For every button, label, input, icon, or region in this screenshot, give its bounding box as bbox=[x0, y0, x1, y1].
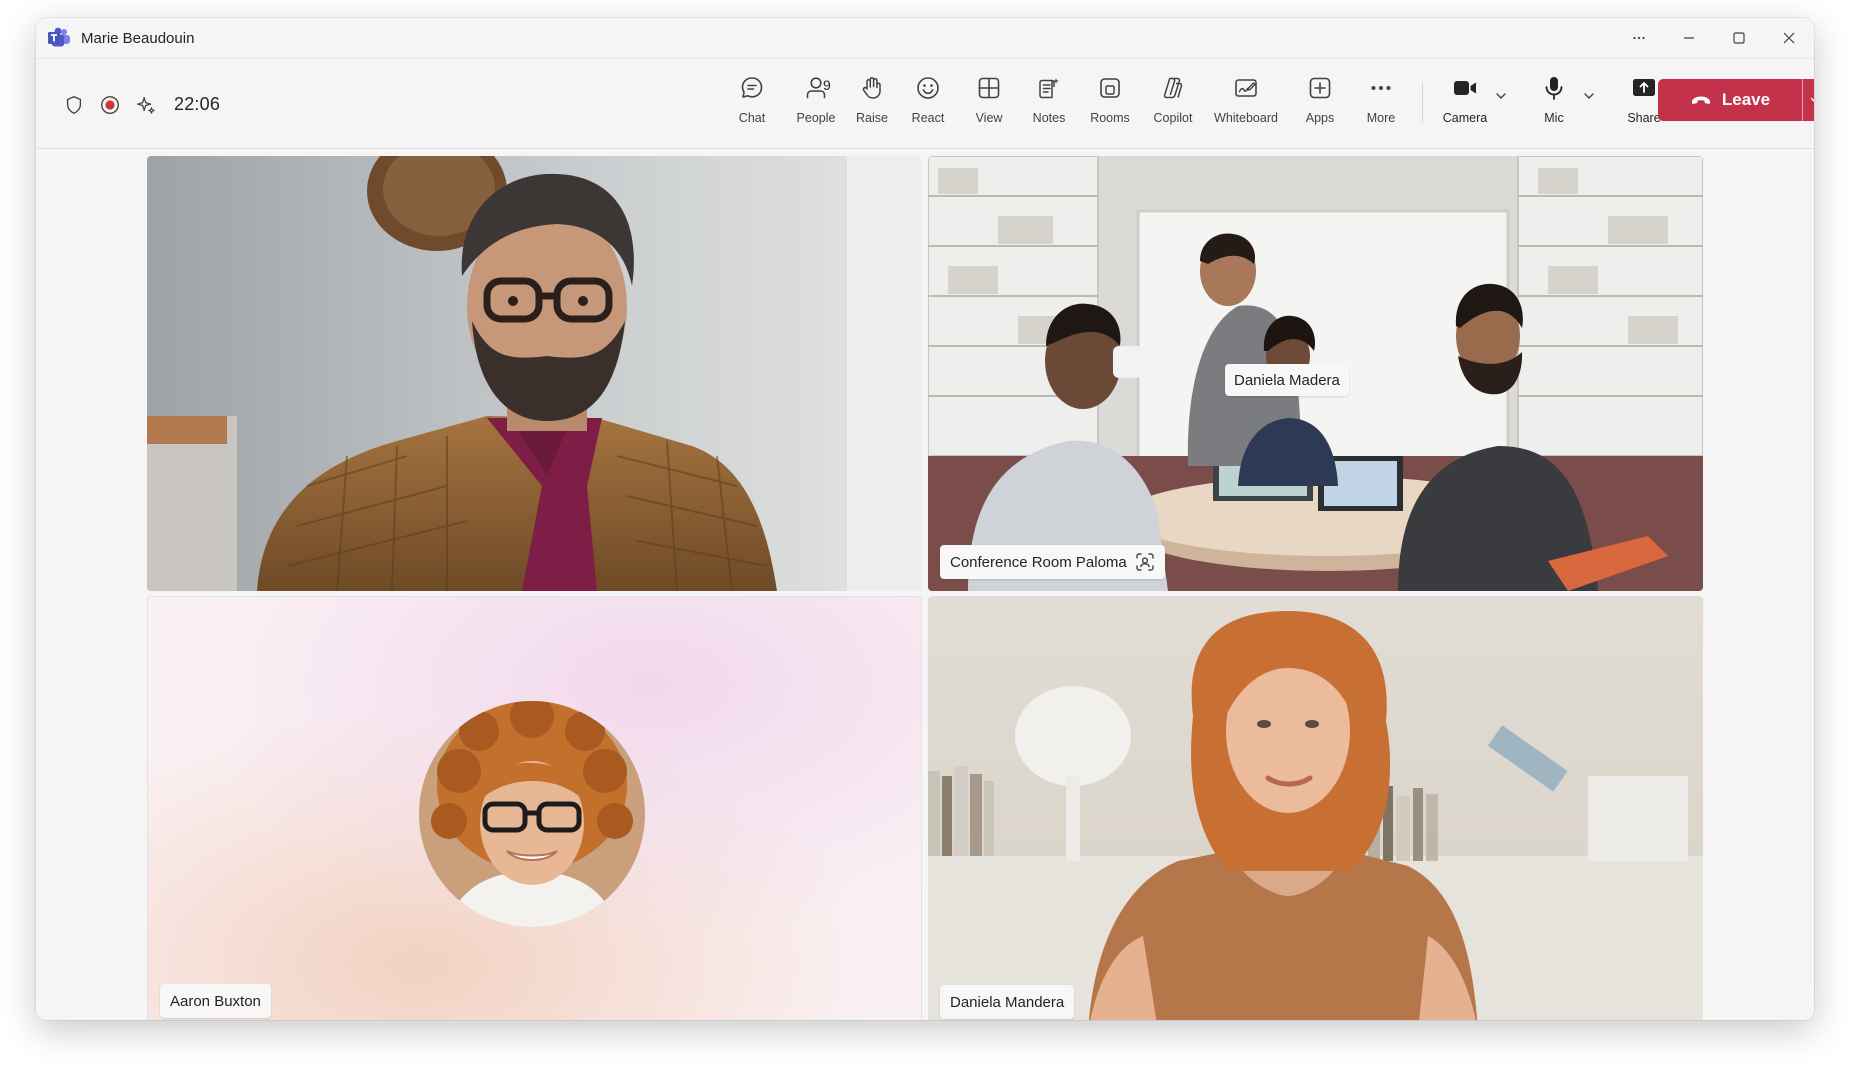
participant-video-tile[interactable] bbox=[147, 156, 922, 591]
chat-icon bbox=[741, 77, 763, 98]
more-button[interactable]: More bbox=[1358, 71, 1404, 141]
window-title: Marie Beaudouin bbox=[81, 29, 195, 47]
participant-name-tag: Aaron Buxton bbox=[160, 984, 271, 1018]
raise-label: Raise bbox=[856, 111, 888, 125]
notes-button[interactable]: Notes bbox=[1025, 71, 1073, 141]
leave-options-button[interactable] bbox=[1802, 79, 1814, 121]
close-button[interactable] bbox=[1764, 18, 1814, 58]
participant-name: Aaron Buxton bbox=[170, 992, 261, 1010]
active-speaker-name: Daniela Madera bbox=[1234, 371, 1340, 389]
mic-label: Mic bbox=[1544, 111, 1564, 125]
breakout-rooms-icon bbox=[1100, 78, 1120, 98]
hang-up-phone-icon bbox=[1691, 96, 1710, 104]
view-label: View bbox=[975, 111, 1003, 125]
shield-icon[interactable] bbox=[62, 93, 86, 117]
participant-name: Daniela Mandera bbox=[950, 993, 1065, 1011]
more-horizontal-icon bbox=[1371, 86, 1391, 90]
react-label: React bbox=[911, 111, 945, 125]
apps-button[interactable]: Apps bbox=[1297, 71, 1343, 141]
camera-options-chevron-icon[interactable] bbox=[1494, 89, 1508, 103]
people-count: 9 bbox=[823, 77, 831, 93]
active-speaker-label: Daniela Madera bbox=[1225, 364, 1349, 396]
toolbar-divider bbox=[1422, 83, 1423, 123]
teams-meeting-window: Marie Beaudouin 22:06 Chat 9 People Rais… bbox=[36, 18, 1814, 1020]
avatar-photo bbox=[419, 701, 645, 927]
copilot-label: Copilot bbox=[1153, 111, 1193, 125]
raise-hand-button[interactable]: Raise bbox=[849, 71, 895, 141]
rooms-label: Rooms bbox=[1090, 111, 1130, 125]
chat-label: Chat bbox=[738, 111, 766, 125]
participant-name-tag: Daniela Mandera bbox=[940, 985, 1075, 1019]
meeting-status: 22:06 bbox=[62, 59, 220, 150]
room-camera-icon bbox=[1136, 553, 1154, 571]
react-button[interactable]: React bbox=[904, 71, 952, 141]
participant-avatar-tile[interactable]: Aaron Buxton bbox=[147, 596, 922, 1020]
maximize-button[interactable] bbox=[1714, 18, 1764, 58]
people-button[interactable]: 9 People bbox=[785, 71, 847, 141]
whiteboard-icon bbox=[1235, 79, 1257, 97]
participant-avatar bbox=[419, 701, 645, 927]
mic-options-chevron-icon[interactable] bbox=[1582, 89, 1596, 103]
participant-video-image bbox=[147, 156, 922, 591]
microphone-icon bbox=[1545, 77, 1563, 100]
meeting-timer: 22:06 bbox=[174, 94, 221, 114]
close-icon bbox=[1783, 32, 1795, 44]
more-options-button[interactable] bbox=[1614, 18, 1664, 58]
more-horizontal-icon bbox=[1633, 36, 1645, 40]
participant-room-tile[interactable]: Daniela Madera Conference Room Paloma bbox=[928, 156, 1703, 591]
participant-video-image bbox=[928, 596, 1703, 1020]
video-stage: Daniela Madera Conference Room Paloma Aa… bbox=[36, 149, 1814, 1020]
apps-label: Apps bbox=[1305, 111, 1335, 125]
chat-button[interactable]: Chat bbox=[726, 71, 778, 141]
share-label: Share bbox=[1627, 111, 1661, 125]
copilot-button[interactable]: Copilot bbox=[1146, 71, 1200, 141]
view-button[interactable]: View bbox=[966, 71, 1012, 141]
leave-label: Leave bbox=[1721, 90, 1771, 109]
maximize-icon bbox=[1733, 32, 1745, 44]
chevron-down-icon bbox=[1810, 97, 1814, 103]
copilot-icon bbox=[1163, 77, 1183, 99]
more-label: More bbox=[1366, 111, 1396, 125]
react-icon bbox=[917, 77, 939, 99]
raise-hand-icon bbox=[862, 77, 881, 99]
participant-name-tag: Conference Room Paloma bbox=[940, 545, 1165, 579]
whiteboard-button[interactable]: Whiteboard bbox=[1210, 71, 1282, 141]
meeting-toolbar: 22:06 Chat 9 People Raise React View Not… bbox=[36, 58, 1814, 149]
sparkle-icon[interactable] bbox=[134, 93, 158, 117]
video-camera-icon bbox=[1454, 81, 1476, 95]
mic-button[interactable]: Mic bbox=[1532, 71, 1576, 141]
add-apps-icon bbox=[1309, 77, 1331, 99]
leave-button[interactable]: Leave bbox=[1658, 79, 1802, 121]
camera-label: Camera bbox=[1442, 111, 1488, 125]
rooms-button[interactable]: Rooms bbox=[1086, 71, 1134, 141]
minimize-icon bbox=[1684, 37, 1694, 39]
notes-label: Notes bbox=[1032, 111, 1066, 125]
whiteboard-label: Whiteboard bbox=[1214, 111, 1278, 125]
teams-logo-icon bbox=[48, 27, 70, 47]
recording-icon[interactable] bbox=[98, 93, 122, 117]
camera-button[interactable]: Camera bbox=[1438, 71, 1492, 141]
view-grid-icon bbox=[978, 77, 1000, 99]
minimize-button[interactable] bbox=[1664, 18, 1714, 58]
share-screen-icon bbox=[1633, 79, 1655, 96]
title-bar: Marie Beaudouin bbox=[36, 18, 1814, 58]
participant-name: Conference Room Paloma bbox=[950, 553, 1127, 571]
notes-icon bbox=[1039, 78, 1059, 99]
participant-video-tile[interactable]: Daniela Mandera bbox=[928, 596, 1703, 1020]
people-label: People bbox=[796, 111, 836, 125]
leave-button-group: Leave bbox=[1658, 79, 1814, 121]
